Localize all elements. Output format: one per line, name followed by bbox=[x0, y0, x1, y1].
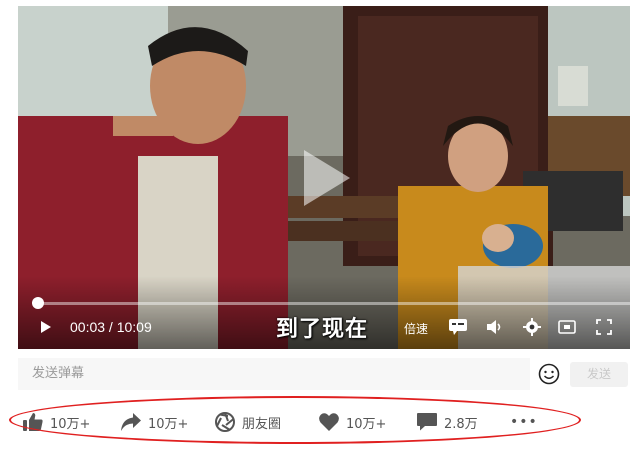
pip-icon[interactable] bbox=[558, 319, 576, 335]
video-player[interactable]: 00:03 / 10:09 到了现在 倍速 bbox=[18, 6, 630, 349]
settings-gear-icon[interactable] bbox=[523, 318, 541, 336]
progress-bar[interactable] bbox=[36, 302, 630, 305]
highlight-ellipse bbox=[9, 396, 581, 444]
play-overlay-icon[interactable] bbox=[300, 148, 352, 208]
fullscreen-icon[interactable] bbox=[596, 319, 612, 335]
emoji-icon[interactable] bbox=[538, 363, 560, 385]
danmaku-toggle-icon[interactable] bbox=[448, 318, 468, 336]
volume-icon[interactable] bbox=[486, 319, 504, 335]
time-separator: / bbox=[105, 319, 117, 335]
danmaku-input[interactable]: 发送弹幕 bbox=[18, 358, 530, 390]
play-icon[interactable] bbox=[40, 320, 52, 334]
danmaku-bar: 发送弹幕 发送 bbox=[18, 358, 630, 390]
progress-knob[interactable] bbox=[32, 297, 44, 309]
time-display: 00:03 / 10:09 bbox=[70, 319, 152, 335]
current-time: 00:03 bbox=[70, 319, 106, 335]
speed-button[interactable]: 倍速 bbox=[404, 320, 428, 337]
send-danmaku-button[interactable]: 发送 bbox=[570, 362, 628, 387]
video-subtitle: 到了现在 bbox=[276, 317, 369, 342]
duration: 10:09 bbox=[116, 319, 152, 335]
